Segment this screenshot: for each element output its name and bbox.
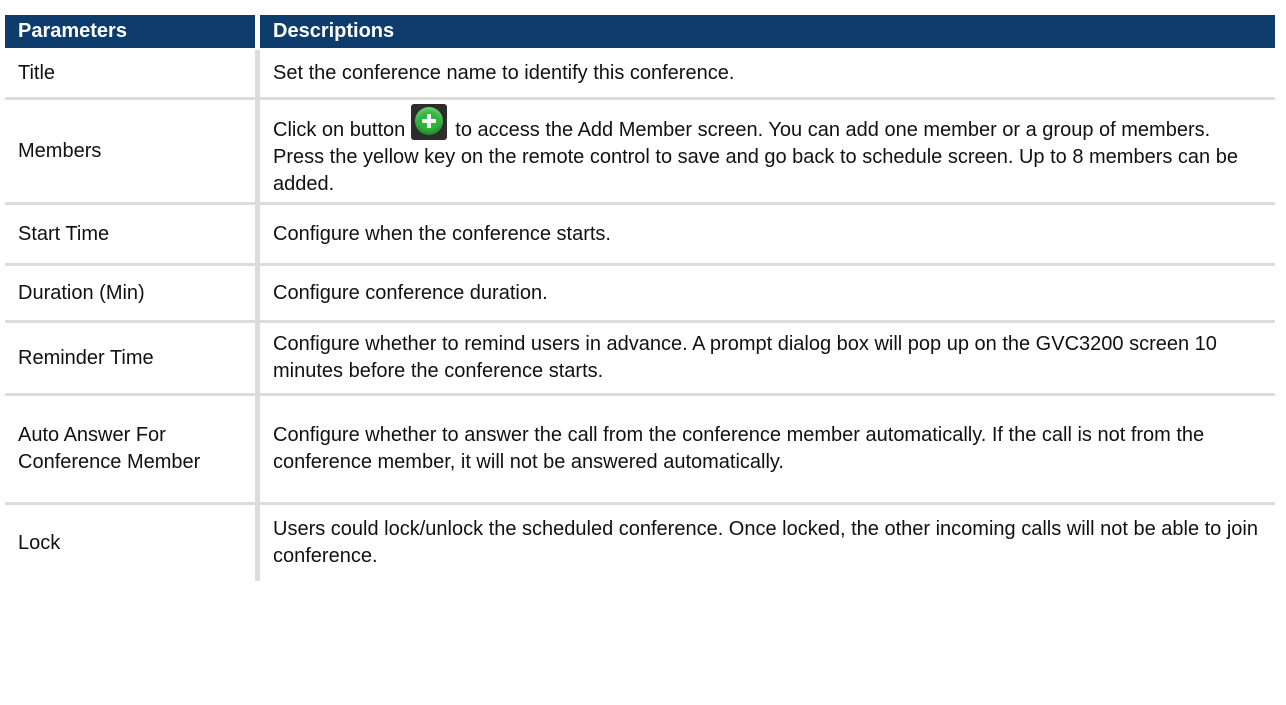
- table-header: Parameters Descriptions: [5, 15, 1275, 50]
- header-descriptions: Descriptions: [260, 15, 1275, 50]
- header-row: Parameters Descriptions: [5, 15, 1275, 50]
- parameter-cell: Auto Answer For Conference Member: [5, 396, 260, 505]
- add-green-plus-icon: [411, 104, 448, 140]
- table-row: Lock Users could lock/unlock the schedul…: [5, 505, 1275, 581]
- table-row: Reminder Time Configure whether to remin…: [5, 323, 1275, 396]
- header-parameters: Parameters: [5, 15, 260, 50]
- description-cell: Configure when the conference starts.: [260, 205, 1275, 266]
- description-cell: Configure conference duration.: [260, 266, 1275, 323]
- table-row: Duration (Min) Configure conference dura…: [5, 266, 1275, 323]
- parameter-cell: Title: [5, 50, 260, 100]
- table-body: Title Set the conference name to identif…: [5, 50, 1275, 581]
- document-page: Parameters Descriptions Title Set the co…: [0, 0, 1286, 705]
- description-cell: Click on button to access the Add Member …: [260, 100, 1275, 205]
- table-row: Title Set the conference name to identif…: [5, 50, 1275, 100]
- parameter-cell: Duration (Min): [5, 266, 260, 323]
- parameter-cell: Members: [5, 100, 260, 205]
- table-row: Members Click on button to access the Add…: [5, 100, 1275, 205]
- table-row: Start Time Configure when the conference…: [5, 205, 1275, 266]
- parameter-cell: Start Time: [5, 205, 260, 266]
- parameter-cell: Lock: [5, 505, 260, 581]
- description-text-before-icon: Click on button: [273, 119, 406, 141]
- parameters-table: Parameters Descriptions Title Set the co…: [5, 15, 1275, 581]
- table-row: Auto Answer For Conference Member Config…: [5, 396, 1275, 505]
- description-cell: Users could lock/unlock the scheduled co…: [273, 518, 1258, 567]
- description-cell: Configure whether to remind users in adv…: [260, 323, 1275, 396]
- parameter-cell: Reminder Time: [5, 323, 260, 396]
- description-cell: Set the conference name to identify this…: [260, 50, 1275, 100]
- description-cell: Configure whether to answer the call fro…: [260, 396, 1275, 505]
